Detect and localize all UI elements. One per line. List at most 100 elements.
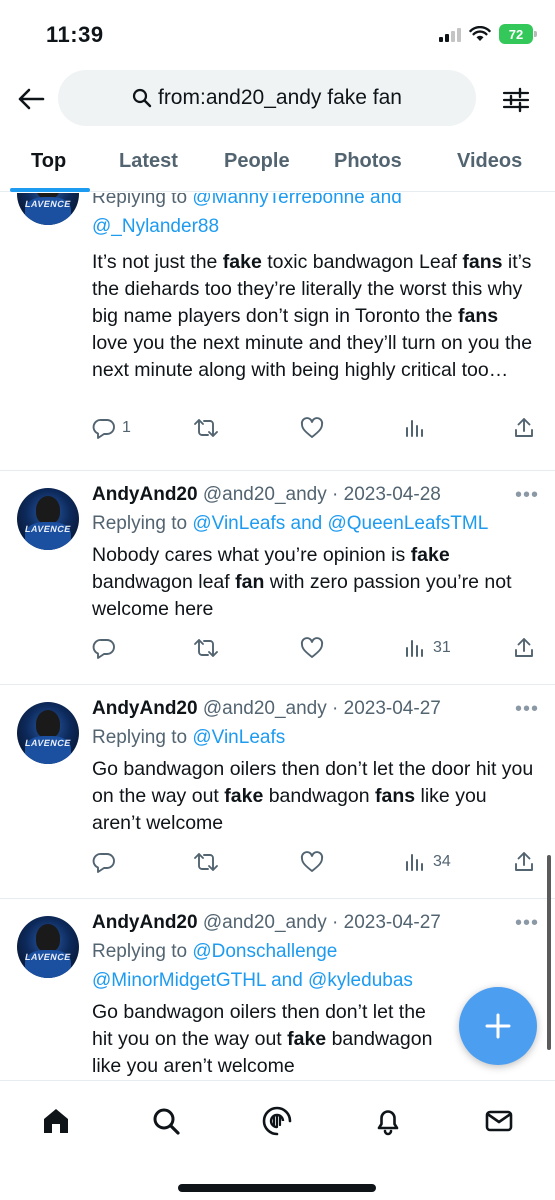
avatar-text: LAVENCE xyxy=(24,199,72,209)
tweet-text: It’s not just the fake toxic bandwagon L… xyxy=(92,249,535,384)
tweet-text-highlight: fans xyxy=(462,251,503,273)
mention-link[interactable]: @MannyTerrebonne and xyxy=(192,193,401,208)
tweet-text-segment: like you aren’t welcome xyxy=(92,1055,295,1077)
more-options-icon[interactable]: ••• xyxy=(515,909,539,937)
share-button[interactable] xyxy=(512,416,536,440)
tab-videos[interactable]: Videos xyxy=(457,150,522,173)
home-indicator xyxy=(178,1184,376,1192)
spaces-icon xyxy=(262,1106,292,1136)
reply-icon xyxy=(92,419,115,439)
tweet-header: AndyAnd20 @and20_andy · 2023-04-27 ••• xyxy=(92,695,538,723)
nav-home[interactable] xyxy=(36,1101,76,1141)
mail-icon xyxy=(485,1110,513,1132)
avatar[interactable]: LAVENCE xyxy=(17,488,79,550)
meta-separator: · xyxy=(326,698,344,719)
more-options-icon[interactable]: ••• xyxy=(515,481,539,509)
search-filter-button[interactable] xyxy=(499,83,533,117)
nav-messages[interactable] xyxy=(479,1101,519,1141)
reply-icon xyxy=(92,639,115,659)
wifi-icon xyxy=(469,26,491,41)
avatar-text: LAVENCE xyxy=(24,952,72,962)
retweet-button[interactable] xyxy=(192,850,220,874)
tab-people[interactable]: People xyxy=(224,150,290,173)
views-button[interactable]: 31 xyxy=(403,636,451,660)
tweet-date[interactable]: 2023-04-27 xyxy=(344,912,441,933)
tweet-text-segment: It’s not just the xyxy=(92,251,223,273)
tweet-header: AndyAnd20 @and20_andy · 2023-04-28 ••• xyxy=(92,481,538,509)
avatar[interactable]: LAVENCE xyxy=(17,916,79,978)
avatar-text: LAVENCE xyxy=(24,524,72,534)
back-button[interactable] xyxy=(14,82,48,116)
retweet-button[interactable] xyxy=(192,416,220,440)
mention-link[interactable]: @_Nylander88 xyxy=(92,216,219,237)
author-name[interactable]: AndyAnd20 xyxy=(92,912,198,933)
tweet[interactable]: LAVENCE AndyAnd20 @and20_andy · 2023-04-… xyxy=(0,471,555,685)
view-count: 31 xyxy=(433,639,451,656)
tweet[interactable]: LAVENCE AndyAnd20 @and20_andy · 2023-04-… xyxy=(0,685,555,899)
nav-notifications[interactable] xyxy=(368,1101,408,1141)
author-handle[interactable]: @and20_andy xyxy=(203,484,327,505)
tab-top[interactable]: Top xyxy=(31,150,66,173)
plus-icon xyxy=(485,1013,511,1039)
avatar[interactable]: LAVENCE xyxy=(17,702,79,764)
like-button[interactable] xyxy=(300,636,324,660)
tweet-text-highlight: fan xyxy=(235,571,265,593)
replying-to-label: Replying to xyxy=(92,513,193,534)
tweet-actions: 31 xyxy=(92,636,540,666)
reply-count: 1 xyxy=(122,419,131,436)
mention-link[interactable]: @VinLeafs xyxy=(192,727,285,748)
tweet-text-highlight: fake xyxy=(410,544,450,566)
tweet-content: AndyAnd20 @and20_andy · 2023-04-27 ••• R… xyxy=(92,695,538,837)
search-input[interactable]: from:and20_andy fake fan xyxy=(58,70,476,126)
tweet[interactable]: LAVENCE Replying to @MannyTerrebonne and… xyxy=(0,193,555,471)
author-handle[interactable]: @and20_andy xyxy=(203,698,327,719)
reply-button[interactable] xyxy=(92,636,122,660)
nav-spaces[interactable] xyxy=(257,1101,297,1141)
search-query: from:and20_andy fake fan xyxy=(157,86,402,109)
tweet-text-segment: hit you on the way out xyxy=(92,1028,288,1050)
compose-button[interactable] xyxy=(459,987,537,1065)
reply-button[interactable]: 1 xyxy=(92,416,131,440)
nav-explore[interactable] xyxy=(146,1101,186,1141)
views-button[interactable] xyxy=(403,416,433,440)
share-button[interactable] xyxy=(512,636,536,660)
mention-link[interactable]: @Donschallenge xyxy=(192,941,337,962)
status-time: 11:39 xyxy=(46,22,104,47)
replying-to-label: Replying to xyxy=(92,941,193,962)
tweet-text-highlight: fake xyxy=(224,785,264,807)
replying-to: Replying to @VinLeafs xyxy=(92,723,535,752)
home-icon xyxy=(44,1109,68,1133)
mention-link[interactable]: @VinLeafs and @QueenLeafsTML xyxy=(192,513,488,534)
avatar[interactable]: LAVENCE xyxy=(17,193,79,225)
retweet-icon xyxy=(194,853,218,871)
replying-to: Replying to @VinLeafs and @QueenLeafsTML xyxy=(92,509,535,538)
reply-button[interactable] xyxy=(92,850,122,874)
heart-icon xyxy=(300,851,324,872)
like-button[interactable] xyxy=(300,850,324,874)
retweet-icon xyxy=(194,639,218,657)
active-tab-indicator xyxy=(10,188,90,192)
more-options-icon[interactable]: ••• xyxy=(515,695,539,723)
tweet-date[interactable]: 2023-04-27 xyxy=(344,698,441,719)
retweet-button[interactable] xyxy=(192,636,220,660)
tab-latest[interactable]: Latest xyxy=(119,150,178,173)
tweet-actions: 1 xyxy=(92,416,540,446)
tab-photos[interactable]: Photos xyxy=(334,150,402,173)
like-button[interactable] xyxy=(300,416,324,440)
bell-icon xyxy=(377,1110,399,1136)
author-handle[interactable]: @and20_andy xyxy=(203,912,327,933)
search-icon xyxy=(132,88,152,108)
tweet-date[interactable]: 2023-04-28 xyxy=(344,484,441,505)
views-icon xyxy=(406,420,423,437)
author-name[interactable]: AndyAnd20 xyxy=(92,698,198,719)
replying-to-label: Replying to xyxy=(92,193,193,208)
mention-link[interactable]: @MinorMidgetGTHL and @kyledubas xyxy=(92,970,413,991)
share-button[interactable] xyxy=(512,850,536,874)
scrollbar[interactable] xyxy=(547,855,551,1050)
views-button[interactable]: 34 xyxy=(403,850,451,874)
tweet-text-segment: Go bandwagon oilers then don’t let the xyxy=(92,1001,426,1023)
tweet-text: Go bandwagon oilers then don’t let the d… xyxy=(92,756,535,837)
author-name[interactable]: AndyAnd20 xyxy=(92,484,198,505)
tweet-text-segment: love you the next minute and they’ll tur… xyxy=(92,332,533,381)
status-bar: 11:39 72 xyxy=(0,0,555,70)
